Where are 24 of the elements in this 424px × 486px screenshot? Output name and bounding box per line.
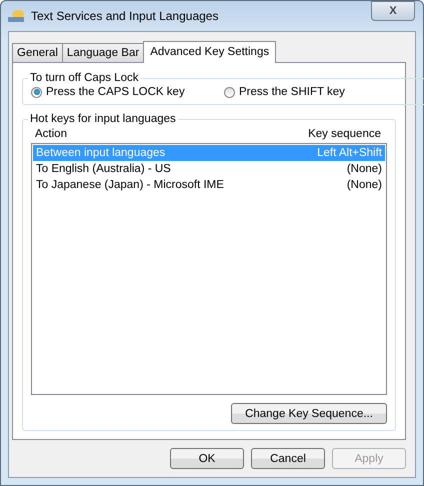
window-title: Text Services and Input Languages — [31, 9, 220, 23]
key-sequence-text: (None) — [346, 179, 382, 191]
radio-button[interactable] — [224, 86, 235, 98]
column-header: Action — [35, 128, 67, 140]
radio-label[interactable]: Press the CAPS LOCK key — [46, 86, 185, 98]
action-text: To Japanese (Japan) - Microsoft IME — [36, 179, 224, 191]
tab[interactable]: General — [12, 43, 63, 62]
action-text: To English (Australia) - US — [36, 163, 171, 175]
list-row[interactable]: To Japanese (Japan) - Microsoft IME (None) — [33, 177, 385, 193]
key-sequence-text: (None) — [346, 163, 382, 175]
group-title: Hot keys for input languages — [29, 113, 177, 125]
close-button[interactable]: X — [371, 1, 415, 21]
dialog-button[interactable]: Cancel — [251, 448, 325, 469]
action-text: Between input languages — [36, 147, 166, 159]
tab[interactable]: Language Bar — [62, 43, 144, 62]
radio-button[interactable] — [31, 86, 42, 98]
tab[interactable]: Advanced Key Settings — [143, 41, 276, 63]
column-header: Key sequence — [308, 128, 381, 140]
dialog-button[interactable]: OK — [170, 448, 244, 469]
group-title: To turn off Caps Lock — [29, 72, 140, 84]
key-sequence-text: Left Alt+Shift — [317, 147, 382, 159]
change-key-sequence-button[interactable]: Change Key Sequence... — [231, 403, 387, 424]
list-row[interactable]: To English (Australia) - US (None) — [33, 161, 385, 177]
radio-label[interactable]: Press the SHIFT key — [239, 86, 345, 98]
